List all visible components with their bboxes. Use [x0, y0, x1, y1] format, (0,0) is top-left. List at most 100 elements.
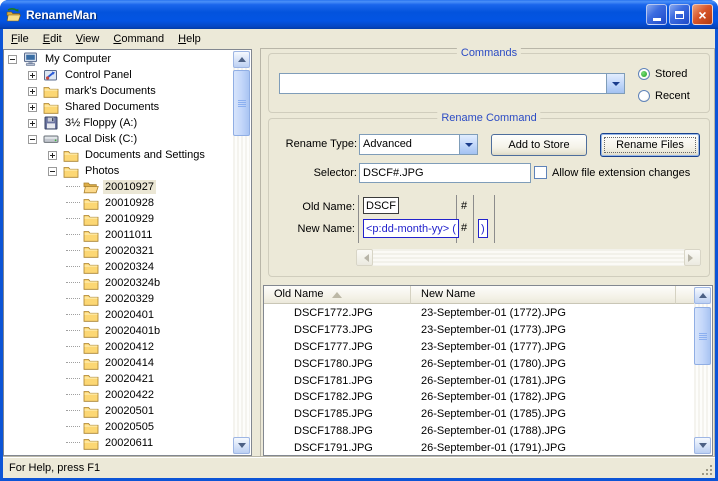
- title-bar[interactable]: RenameMan ×: [0, 0, 718, 29]
- folder-icon: [83, 435, 99, 451]
- resize-grip-icon[interactable]: [701, 464, 714, 477]
- rename-type-value: Advanced: [360, 135, 459, 154]
- scroll-up-icon[interactable]: [694, 287, 711, 304]
- table-row[interactable]: DSCF1785.JPG26-September-01 (1785).JPG: [264, 406, 695, 423]
- tree-item-20010929[interactable]: 20010929: [4, 211, 233, 227]
- menu-command[interactable]: Command: [106, 30, 171, 48]
- right-panel: Commands StoredRecent Rename Command Ren…: [260, 48, 715, 457]
- tree-item-label: 20010929: [103, 212, 156, 226]
- tree-item-20020321[interactable]: 20020321: [4, 243, 233, 259]
- tree-item-20010927[interactable]: 20010927: [4, 179, 233, 195]
- tree-item-control-panel[interactable]: Control Panel: [4, 67, 233, 83]
- tree-item-local-disk-c-[interactable]: Local Disk (C:): [4, 131, 233, 147]
- expand-icon[interactable]: [48, 151, 57, 160]
- menu-file[interactable]: File: [4, 30, 36, 48]
- column-header-old-name[interactable]: Old Name: [264, 286, 411, 304]
- scroll-down-icon[interactable]: [233, 437, 250, 454]
- expand-icon[interactable]: [28, 103, 37, 112]
- tree-item-label: Shared Documents: [63, 100, 161, 114]
- tree-item-20020611[interactable]: 20020611: [4, 435, 233, 451]
- tree-item-20020324[interactable]: 20020324: [4, 259, 233, 275]
- table-row[interactable]: DSCF1788.JPG26-September-01 (1788).JPG: [264, 423, 695, 440]
- table-row[interactable]: DSCF1782.JPG26-September-01 (1782).JPG: [264, 389, 695, 406]
- tree-item-20020324b[interactable]: 20020324b: [4, 275, 233, 291]
- scroll-left-icon[interactable]: [356, 249, 373, 266]
- folder-icon: [83, 403, 99, 419]
- table-row[interactable]: DSCF1780.JPG26-September-01 (1780).JPG: [264, 355, 695, 372]
- table-row[interactable]: DSCF1781.JPG26-September-01 (1781).JPG: [264, 372, 695, 389]
- column-header-new-name[interactable]: New Name: [411, 286, 676, 304]
- tree-item-20020329[interactable]: 20020329: [4, 291, 233, 307]
- tree-item-label: 20020611: [103, 436, 155, 450]
- radio-recent[interactable]: Recent: [638, 90, 690, 102]
- close-button[interactable]: ×: [692, 4, 713, 25]
- rename-type-select[interactable]: Advanced: [359, 134, 478, 155]
- tree-item-20020421[interactable]: 20020421: [4, 371, 233, 387]
- menu-help[interactable]: Help: [171, 30, 208, 48]
- collapse-icon[interactable]: [28, 135, 37, 144]
- collapse-icon[interactable]: [8, 55, 17, 64]
- tree-item-20020505[interactable]: 20020505: [4, 419, 233, 435]
- status-text: For Help, press F1: [3, 462, 100, 474]
- minimize-button[interactable]: [646, 4, 667, 25]
- table-scrollbar-thumb[interactable]: [694, 307, 711, 365]
- rename-files-button[interactable]: Rename Files: [600, 133, 700, 157]
- tree-item-20010928[interactable]: 20010928: [4, 195, 233, 211]
- expand-icon[interactable]: [28, 71, 37, 80]
- old-name-counter[interactable]: #: [461, 200, 467, 212]
- tree-item-mark-s-documents[interactable]: mark's Documents: [4, 83, 233, 99]
- allow-extension-checkbox[interactable]: [534, 166, 547, 179]
- expand-icon[interactable]: [28, 119, 37, 128]
- radio-unselected-icon[interactable]: [638, 90, 650, 102]
- tree-scrollbar-thumb[interactable]: [233, 70, 250, 136]
- new-name-segment[interactable]: <p:dd-month-yy> (: [363, 219, 459, 238]
- tree-item-20020501[interactable]: 20020501: [4, 403, 233, 419]
- tree-item-20020401b[interactable]: 20020401b: [4, 323, 233, 339]
- tree-item-shared-documents[interactable]: Shared Documents: [4, 99, 233, 115]
- radio-stored[interactable]: Stored: [638, 68, 687, 80]
- tree-item-20020414[interactable]: 20020414: [4, 355, 233, 371]
- expand-icon[interactable]: [28, 87, 37, 96]
- table-row[interactable]: DSCF1773.JPG23-September-01 (1773).JPG: [264, 322, 695, 339]
- folder-icon: [83, 307, 99, 323]
- tree-item-20011011[interactable]: 20011011: [4, 227, 233, 243]
- tree-item-20020422[interactable]: 20020422: [4, 387, 233, 403]
- menu-view[interactable]: View: [69, 30, 107, 48]
- tree-connector: [66, 202, 80, 204]
- radio-selected-icon[interactable]: [638, 68, 650, 80]
- add-to-store-button[interactable]: Add to Store: [491, 134, 587, 156]
- tree-item-label: Photos: [83, 164, 121, 178]
- tree-scrollbar[interactable]: [233, 51, 250, 454]
- tree-item-my-computer[interactable]: My Computer: [4, 51, 233, 67]
- combo-dropdown-icon[interactable]: [459, 135, 477, 154]
- tree-item-20020401[interactable]: 20020401: [4, 307, 233, 323]
- my-computer-icon: [23, 51, 39, 67]
- tree-item-20020412[interactable]: 20020412: [4, 339, 233, 355]
- floppy-icon: [43, 115, 59, 131]
- table-row[interactable]: DSCF1772.JPG23-September-01 (1772).JPG: [264, 305, 695, 322]
- table-scrollbar[interactable]: [694, 287, 711, 454]
- segments-scrollbar[interactable]: [356, 249, 701, 266]
- tree-item-documents-and-settings[interactable]: Documents and Settings: [4, 147, 233, 163]
- collapse-icon[interactable]: [48, 167, 57, 176]
- maximize-button[interactable]: [669, 4, 690, 25]
- tree-item-label: 20020401: [103, 308, 156, 322]
- old-name-segment[interactable]: DSCF: [363, 197, 399, 214]
- tree-item-3-floppy-a-[interactable]: 3½ Floppy (A:): [4, 115, 233, 131]
- selector-input[interactable]: [359, 163, 531, 183]
- new-name-cell: 26-September-01 (1791).JPG: [411, 442, 695, 454]
- table-row[interactable]: DSCF1777.JPG23-September-01 (1777).JPG: [264, 339, 695, 356]
- menu-edit[interactable]: Edit: [36, 30, 69, 48]
- scroll-right-icon[interactable]: [684, 249, 701, 266]
- tree-item-partial[interactable]: [4, 451, 233, 455]
- scroll-down-icon[interactable]: [694, 437, 711, 454]
- combo-dropdown-icon[interactable]: [606, 74, 624, 93]
- new-name-counter[interactable]: #: [461, 222, 467, 234]
- scroll-up-icon[interactable]: [233, 51, 250, 68]
- folder-icon: [83, 227, 99, 243]
- stored-commands-combo[interactable]: [279, 73, 625, 94]
- table-row[interactable]: DSCF1791.JPG26-September-01 (1791).JPG: [264, 439, 695, 456]
- tree-item-photos[interactable]: Photos: [4, 163, 233, 179]
- new-name-suffix-segment[interactable]: ): [478, 219, 488, 238]
- table-header: Old Name New Name: [264, 286, 695, 304]
